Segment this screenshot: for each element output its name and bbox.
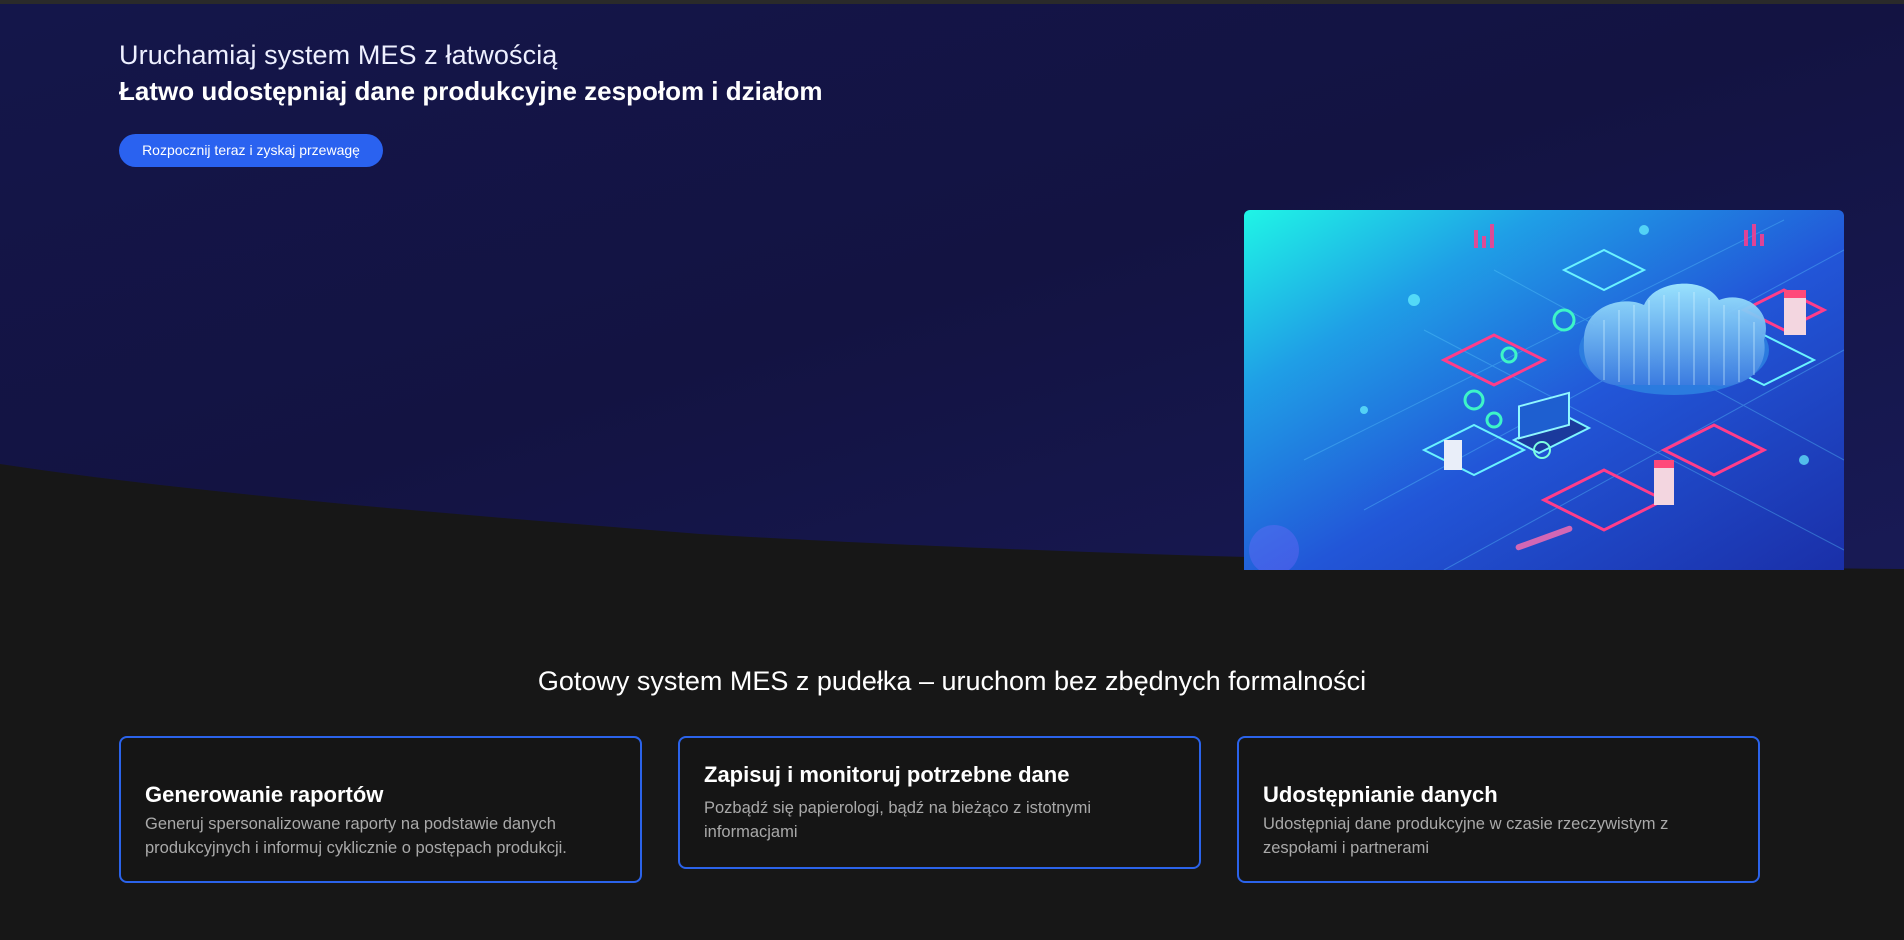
feature-card-title: Zapisuj i monitoruj potrzebne dane <box>704 762 1070 787</box>
feature-card-data-sharing: Udostępnianie danych Udostępniaj dane pr… <box>1237 736 1760 883</box>
feature-card-description: Pozbądź się papierologi, bądź na bieżąco… <box>704 799 1092 841</box>
feature-card-title: Generowanie raportów <box>145 782 384 807</box>
feature-card-description: Generuj spersonalizowane raporty na pods… <box>145 815 567 857</box>
feature-card-reports: Generowanie raportów Generuj spersonaliz… <box>119 736 642 883</box>
mes-landing-page: Uruchamiaj system MES z łatwością Łatwo … <box>0 0 1904 940</box>
hero-illustration <box>1244 210 1844 570</box>
features-title: Gotowy system MES z pudełka – uruchom be… <box>537 666 1367 696</box>
feature-card-title: Udostępnianie danych <box>1263 782 1498 807</box>
hero-subtitle: Uruchamiaj system MES z łatwością <box>119 40 558 70</box>
feature-card-monitoring: Zapisuj i monitoruj potrzebne dane Pozbą… <box>678 736 1201 869</box>
start-now-button[interactable]: Rozpocznij teraz i zyskaj przewagę <box>119 134 383 167</box>
cloud-data-illustration-icon <box>1244 210 1844 570</box>
hero-title: Łatwo udostępniaj dane produkcyjne zespo… <box>119 76 823 106</box>
feature-card-description: Udostępniaj dane produkcyjne w czasie rz… <box>1263 815 1669 857</box>
